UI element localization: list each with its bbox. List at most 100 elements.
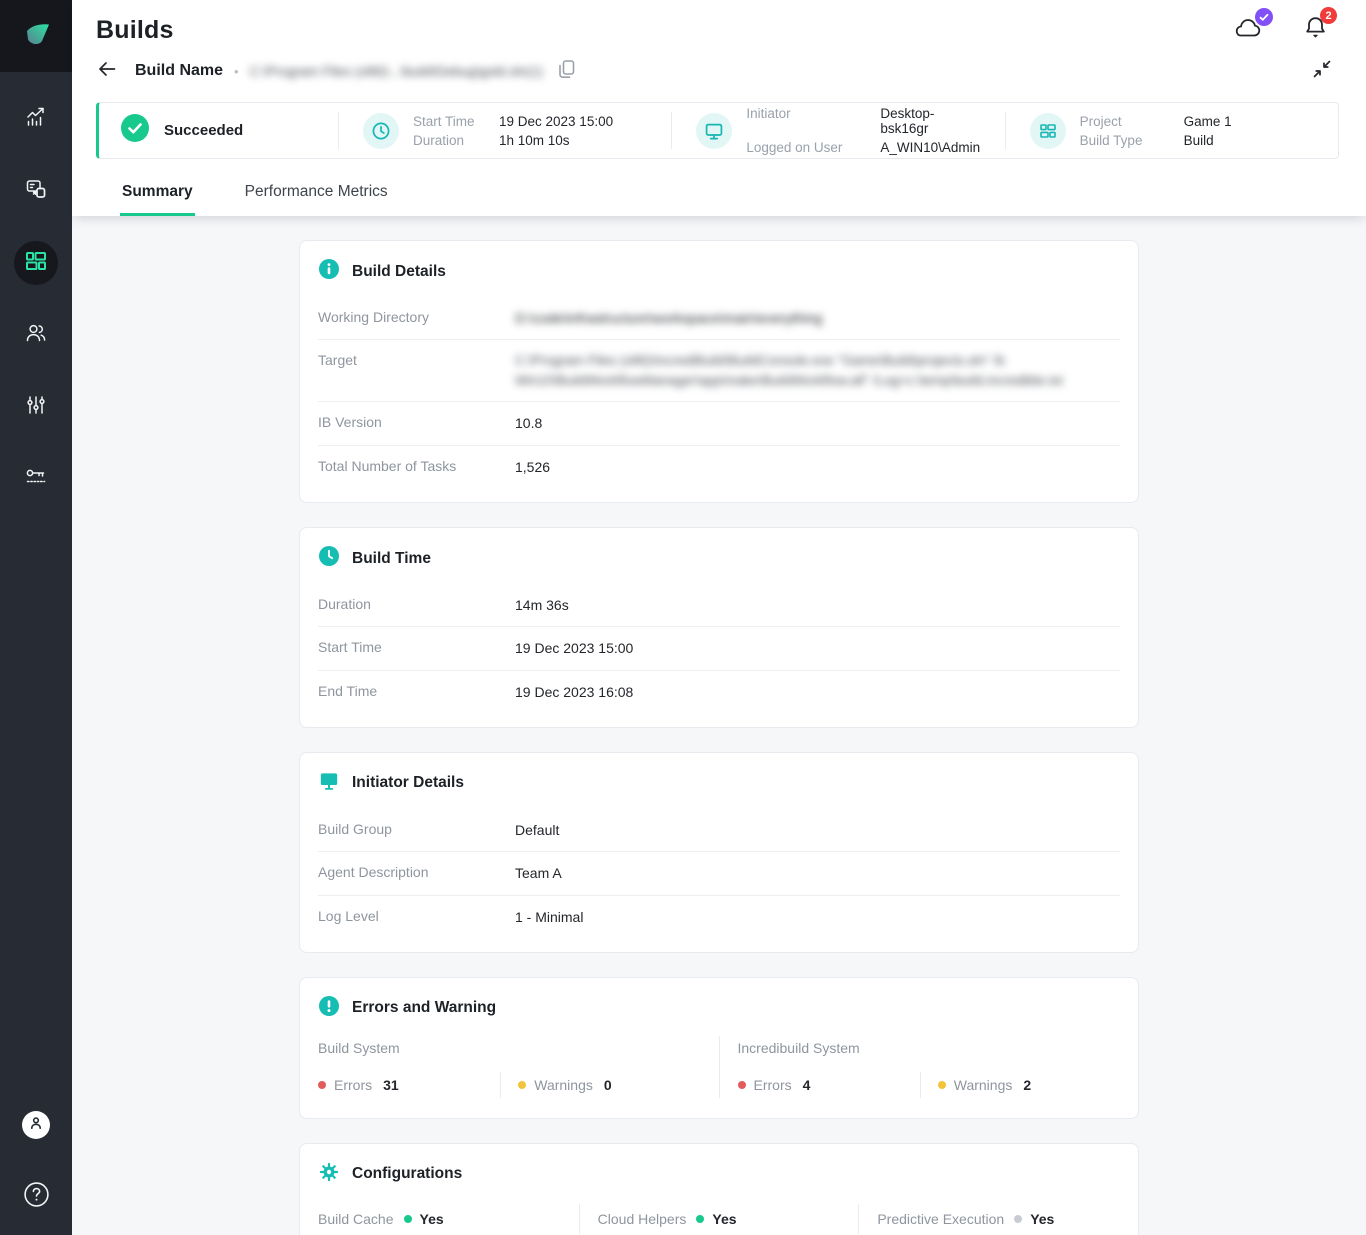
row-label: Duration bbox=[318, 596, 371, 613]
license-key-icon bbox=[24, 465, 48, 494]
sidebar-item-insights[interactable] bbox=[14, 97, 58, 141]
field-value: Desktop-bsk16gr bbox=[880, 106, 935, 136]
row-label: Start Time bbox=[318, 639, 382, 656]
notifications-button[interactable]: 2 bbox=[1302, 7, 1337, 47]
sidebar-item-license[interactable] bbox=[14, 457, 58, 501]
back-arrow-icon bbox=[96, 58, 118, 85]
tab-performance-metrics[interactable]: Performance Metrics bbox=[243, 175, 390, 216]
card-title: Errors and Warning bbox=[352, 999, 497, 1017]
card-title: Configurations bbox=[352, 1165, 463, 1183]
detail-row: Total Number of Tasks 1,526 bbox=[318, 444, 1120, 488]
field-label: Project bbox=[1079, 113, 1122, 129]
config-value: Yes bbox=[1030, 1210, 1055, 1227]
sidebar-bottom bbox=[22, 1111, 50, 1213]
detail-row: Duration 14m 36s bbox=[318, 584, 1120, 626]
sidebar bbox=[0, 0, 72, 1235]
tab-bar: Summary Performance Metrics bbox=[96, 175, 1339, 216]
project-section: Project Game 1 Build Type Build bbox=[1006, 103, 1338, 158]
config-label: Predictive Execution bbox=[877, 1210, 1005, 1227]
help-button[interactable] bbox=[23, 1181, 50, 1213]
field-label: Start Time bbox=[413, 113, 475, 129]
field-value: Build bbox=[1183, 132, 1214, 148]
errors-stat: Errors 31 bbox=[318, 1072, 500, 1098]
row-label: Log Level bbox=[318, 907, 379, 924]
build-path-redacted: C:\Program Files (x86)\...\build\Debug\g… bbox=[249, 63, 543, 79]
row-value: 1 - Minimal bbox=[515, 908, 584, 925]
warnings-stat: Warnings 0 bbox=[500, 1071, 700, 1098]
monitor-filled-icon bbox=[318, 770, 340, 797]
row-value: Team A bbox=[515, 865, 562, 882]
collapse-button[interactable] bbox=[1311, 58, 1333, 85]
initiator-section: Initiator Desktop-bsk16gr Logged on User A… bbox=[672, 103, 1004, 158]
stat-label: Warnings bbox=[953, 1076, 1013, 1093]
stat-label: Errors bbox=[334, 1076, 373, 1093]
person-icon bbox=[28, 1115, 44, 1136]
tab-summary[interactable]: Summary bbox=[120, 175, 195, 216]
field-value: 19 Dec 2023 15:00 bbox=[499, 113, 614, 129]
row-value: 19 Dec 2023 16:08 bbox=[515, 683, 634, 700]
analytics-icon bbox=[24, 105, 48, 134]
config-value: Yes bbox=[712, 1210, 737, 1227]
detail-row: Target C:\Program Files (x86)\IncrediBui… bbox=[318, 339, 1120, 401]
config-label: Build Cache bbox=[318, 1210, 394, 1227]
section-label: Build System bbox=[318, 1039, 400, 1056]
exclamation-icon bbox=[318, 995, 340, 1022]
main-area: Builds 2 Build Name • C:\Program Files (… bbox=[72, 0, 1366, 1235]
config-value: Yes bbox=[419, 1210, 444, 1227]
stat-value: 31 bbox=[383, 1076, 399, 1093]
sidebar-item-agents[interactable] bbox=[14, 169, 58, 213]
row-label: IB Version bbox=[318, 414, 382, 431]
summary-content: Build Details Working Directory D:\code\… bbox=[72, 216, 1366, 1235]
detail-row: Working Directory D:\code\infrastructure… bbox=[318, 297, 1120, 339]
sidebar-item-builds[interactable] bbox=[14, 241, 58, 285]
app-logo[interactable] bbox=[0, 0, 72, 72]
warning-dot bbox=[518, 1080, 527, 1089]
cloud-check-badge bbox=[1255, 8, 1273, 26]
field-value: 1h 10m 10s bbox=[499, 132, 570, 148]
sliders-icon bbox=[24, 393, 48, 422]
row-value-redacted: D:\code\infrastructure\workspace\main\ev… bbox=[515, 310, 823, 326]
stat-label: Errors bbox=[753, 1076, 792, 1093]
sidebar-item-users[interactable] bbox=[14, 313, 58, 357]
build-time-card: Build Time Duration 14m 36s Start Time 1… bbox=[299, 527, 1139, 728]
breadcrumb-label: Build Name bbox=[135, 62, 224, 79]
detail-row: Start Time 19 Dec 2023 15:00 bbox=[318, 626, 1120, 669]
breadcrumb: Build Name • C:\Program Files (x86)\...\… bbox=[96, 57, 1339, 85]
clock-filled-icon bbox=[318, 545, 340, 572]
config-predictive-execution: Predictive Execution Yes bbox=[858, 1203, 1138, 1234]
field-label: Duration bbox=[413, 132, 465, 148]
row-value: 10.8 bbox=[515, 415, 543, 432]
agents-icon bbox=[24, 177, 48, 206]
breadcrumb-separator: • bbox=[234, 63, 239, 79]
user-avatar[interactable] bbox=[22, 1111, 50, 1139]
sidebar-item-settings[interactable] bbox=[14, 385, 58, 429]
builds-icon bbox=[24, 249, 48, 278]
project-grid-icon bbox=[1029, 112, 1066, 149]
row-label: Working Directory bbox=[318, 309, 429, 325]
error-dot bbox=[737, 1080, 746, 1089]
back-button[interactable] bbox=[96, 58, 118, 85]
initiator-details-card: Initiator Details Build Group Default Ag… bbox=[299, 751, 1139, 953]
time-section: Start Time 19 Dec 2023 15:00 Duration 1h 1… bbox=[339, 103, 671, 158]
field-value: Game 1 bbox=[1183, 113, 1232, 129]
error-dot bbox=[318, 1080, 326, 1089]
row-value: 1,526 bbox=[515, 458, 551, 475]
card-title: Build Time bbox=[352, 549, 431, 567]
stat-value: 4 bbox=[802, 1076, 811, 1093]
cloud-status-button[interactable] bbox=[1232, 8, 1273, 45]
notification-count-badge: 2 bbox=[1320, 7, 1337, 24]
row-label: Total Number of Tasks bbox=[318, 457, 457, 474]
clock-icon bbox=[363, 112, 399, 149]
card-title: Build Details bbox=[352, 262, 446, 280]
detail-row: IB Version 10.8 bbox=[318, 401, 1120, 444]
info-icon bbox=[318, 258, 340, 285]
help-icon bbox=[23, 1181, 50, 1213]
copy-button[interactable] bbox=[556, 58, 577, 85]
errors-warnings-card: Errors and Warning Build System Errors 3… bbox=[299, 976, 1139, 1119]
configurations-card: Configurations Build Cache Yes Cloud Hel… bbox=[299, 1142, 1139, 1235]
gear-icon bbox=[318, 1161, 340, 1188]
field-value: A_WIN10\Admin bbox=[880, 140, 981, 155]
build-system-section: Build System Errors 31 Warnings 0 bbox=[300, 1036, 719, 1098]
incredibuild-system-section: Incredibuild System Errors 4 Warnings 2 bbox=[718, 1035, 1139, 1098]
redacted-line: C:\Program Files (x86)\IncrediBuild\Buil… bbox=[515, 353, 1005, 369]
